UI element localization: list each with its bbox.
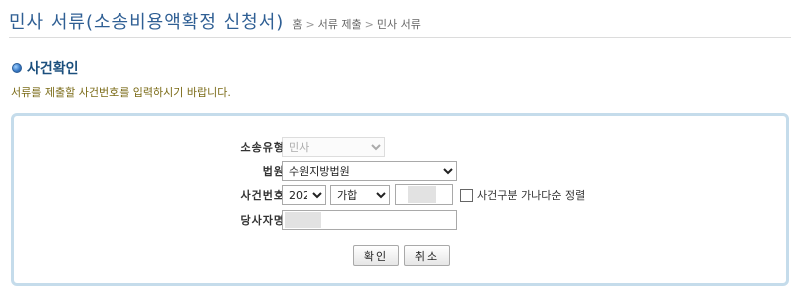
- case-number-label: 사건번호: [240, 189, 285, 202]
- breadcrumb-home[interactable]: 홈: [292, 18, 302, 31]
- redacted-value: [285, 212, 321, 228]
- bullet-icon: [12, 63, 22, 73]
- confirm-button[interactable]: 확인: [353, 245, 399, 266]
- instruction-text: 서류를 제출할 사건번호를 입력하시기 바랍니다.: [11, 86, 231, 99]
- party-name-input[interactable]: [282, 210, 457, 230]
- case-type-select[interactable]: 민사: [282, 137, 385, 157]
- breadcrumb-separator: >: [305, 18, 315, 31]
- case-type-row: 소송유형: [14, 137, 786, 157]
- court-select[interactable]: 수원지방법원: [282, 161, 457, 181]
- breadcrumb-submit-docs[interactable]: 서류 제출: [318, 18, 362, 31]
- sort-checkbox-wrap[interactable]: 사건구분 가나다순 정렬: [460, 187, 585, 203]
- page-header: 민사 서류(소송비용액확정 신청서) 홈 > 서류 제출 > 민사 서류: [9, 8, 791, 38]
- breadcrumb-civil-docs[interactable]: 민사 서류: [377, 18, 421, 31]
- breadcrumb: 홈 > 서류 제출 > 민사 서류: [292, 16, 421, 32]
- court-label: 법원: [262, 165, 285, 178]
- case-year-select[interactable]: 2021: [282, 185, 326, 205]
- section-title: 사건확인: [27, 61, 79, 77]
- case-number-input[interactable]: [395, 184, 453, 205]
- case-type-label: 소송유형: [240, 141, 285, 154]
- case-search-form: 소송유형 민사 법원 수원지방법원 사건번호 2021 가합 사건구분 가나다순…: [11, 113, 789, 286]
- redacted-value: [408, 186, 436, 203]
- breadcrumb-separator: >: [364, 18, 374, 31]
- party-label: 당사자명: [240, 214, 285, 227]
- page-title: 민사 서류(소송비용액확정 신청서): [9, 12, 285, 33]
- sort-checkbox[interactable]: [460, 188, 473, 202]
- cancel-button[interactable]: 취소: [404, 245, 450, 266]
- section-heading: 사건확인: [12, 58, 79, 78]
- sort-checkbox-label[interactable]: 사건구분 가나다순 정렬: [477, 187, 585, 203]
- case-kind-select[interactable]: 가합: [330, 185, 390, 205]
